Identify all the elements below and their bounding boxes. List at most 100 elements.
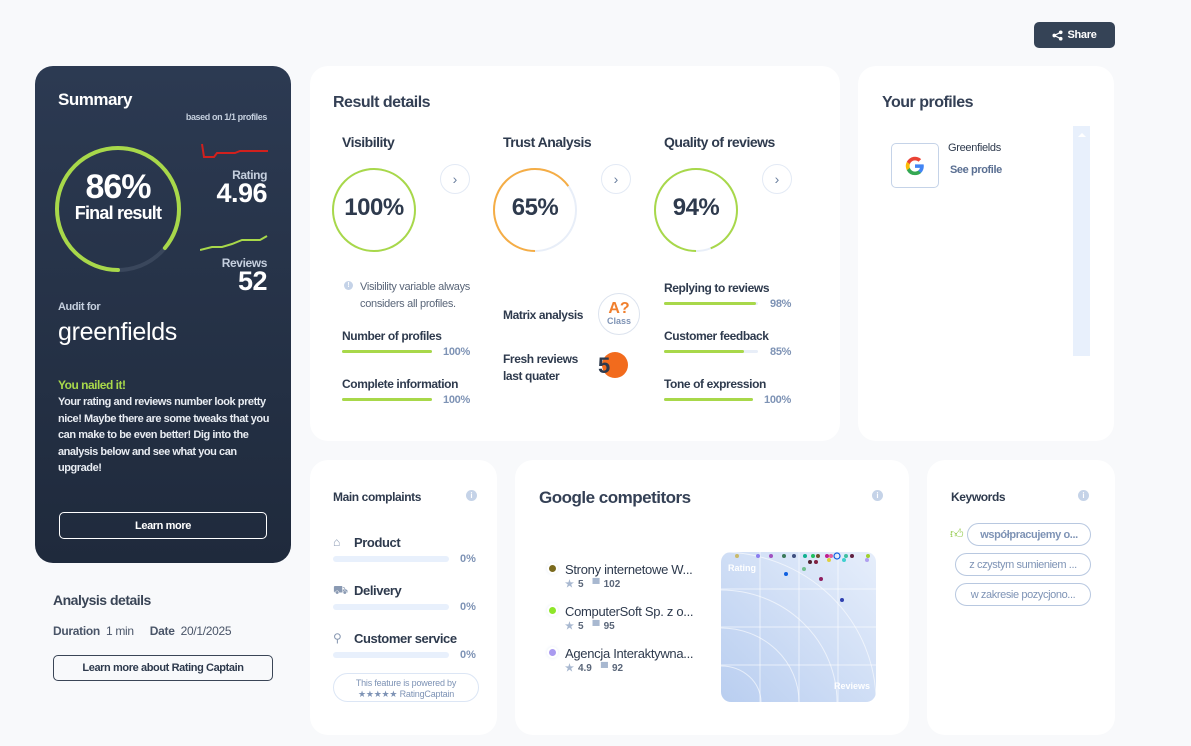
scatter-point[interactable]	[819, 577, 823, 581]
complaint-label: Product	[354, 535, 401, 550]
final-result-text: 86% Final result	[53, 170, 183, 222]
scatter-point[interactable]	[825, 554, 829, 558]
scatter-point[interactable]	[808, 560, 812, 564]
date-label: Date	[149, 624, 175, 638]
share-label: Share	[1067, 29, 1097, 41]
star-icon: ★	[565, 663, 574, 674]
scatter-point[interactable]	[802, 567, 806, 571]
bar-track	[342, 398, 432, 401]
scatter-point[interactable]	[840, 598, 844, 602]
info-icon: !	[344, 281, 353, 290]
bar-percent: 85%	[770, 346, 792, 358]
bar-label: Complete information	[342, 377, 459, 391]
complaint-percent: 0%	[460, 601, 476, 613]
scatter-point[interactable]	[842, 558, 846, 562]
visibility-note: Visibility variable always considers all…	[360, 281, 470, 310]
fresh-reviews-label: Fresh reviews	[503, 352, 578, 366]
bar-percent: 100%	[443, 394, 470, 406]
scatter-point-self[interactable]	[833, 552, 841, 560]
competitor-reviews: 102	[603, 579, 621, 590]
thumbs-up-icon: 👍︎	[950, 526, 964, 541]
keyword-chip[interactable]: z czystym sumieniem ...	[955, 553, 1091, 576]
audit-name: greenfields	[58, 318, 178, 346]
complaint-label: Customer service	[354, 631, 457, 646]
final-label: Final result	[74, 203, 162, 223]
scatter-y-label: Rating	[728, 563, 756, 573]
info-icon[interactable]: i	[466, 490, 477, 501]
bar-label: Number of profiles	[342, 329, 442, 343]
see-profile-link[interactable]: See profile	[950, 164, 1002, 176]
competitor-meta: ★ 4.9 ▀ 92	[565, 663, 623, 674]
profiles-scrollbar[interactable]	[1073, 126, 1090, 356]
competitor-rating: 5	[577, 579, 584, 590]
scatter-grid	[721, 552, 876, 702]
quality-details-button[interactable]: ›	[762, 164, 792, 194]
info-icon[interactable]: i	[872, 490, 883, 501]
scatter-point[interactable]	[814, 560, 818, 564]
scatter-point[interactable]	[784, 572, 788, 576]
fresh-reviews-value: 5	[598, 353, 611, 378]
scatter-point[interactable]	[769, 554, 773, 558]
scatter-point[interactable]	[803, 554, 807, 558]
scatter-point[interactable]	[792, 554, 796, 558]
comment-icon: ▀	[592, 579, 600, 590]
scatter-point[interactable]	[866, 554, 870, 558]
scatter-point[interactable]	[811, 554, 815, 558]
truck-icon: ⛟	[333, 583, 349, 597]
matrix-analysis-label: Matrix analysis	[503, 308, 584, 322]
competitor-meta: ★ 5 ▀ 102	[565, 579, 620, 590]
fresh-reviews-label-2: last quater	[503, 369, 560, 383]
scatter-point[interactable]	[850, 554, 854, 558]
scroll-up-icon[interactable]	[1077, 133, 1086, 137]
comment-icon: ▀	[592, 621, 600, 632]
competitor-rating: 5	[577, 621, 584, 632]
competitors-scatter-plot[interactable]: Rating Reviews	[721, 552, 876, 702]
scatter-point[interactable]	[827, 558, 831, 562]
result-headline: You nailed it!	[58, 378, 126, 392]
complaint-percent: 0%	[460, 649, 476, 661]
scatter-point[interactable]	[844, 554, 848, 558]
powered-by-text: This feature is powered by	[355, 678, 457, 688]
profiles-card: Your profiles Greenfields See profile	[858, 66, 1114, 441]
profile-logo[interactable]	[891, 143, 939, 188]
person-icon: ⚲	[333, 631, 342, 645]
summary-card: Summary based on 1/1 profiles 86% Final …	[35, 66, 291, 563]
competitor-color-dot	[549, 649, 556, 656]
google-icon	[905, 156, 924, 175]
analysis-details-row: Duration 1 min Date 20/1/2025	[53, 624, 232, 638]
scatter-point[interactable]	[816, 554, 820, 558]
visibility-details-button[interactable]: ›	[440, 164, 470, 194]
powered-by-brand: ★★★★★ RatingCaptain	[357, 689, 455, 699]
powered-by-badge[interactable]: This feature is powered by ★★★★★ RatingC…	[333, 673, 479, 702]
info-icon[interactable]: i	[1078, 490, 1089, 501]
chevron-right-icon: ›	[452, 171, 458, 187]
competitors-card: Google competitors i Strony internetowe …	[515, 460, 909, 735]
share-button[interactable]: Share	[1034, 22, 1115, 48]
keywords-card: Keywords i 👍︎ współpracujemy o... z czys…	[927, 460, 1115, 735]
duration-label: Duration	[53, 624, 100, 638]
scatter-point[interactable]	[756, 554, 760, 558]
chevron-right-icon: ›	[774, 171, 780, 187]
learn-more-rating-captain-button[interactable]: Learn more about Rating Captain	[53, 655, 273, 681]
scatter-point[interactable]	[829, 554, 833, 558]
scatter-point[interactable]	[735, 554, 739, 558]
profiles-title: Your profiles	[882, 94, 974, 111]
keyword-chip[interactable]: w zakresie pozycjono...	[955, 583, 1091, 606]
basket-icon: ⌂	[333, 535, 341, 549]
trust-details-button[interactable]: ›	[601, 164, 631, 194]
based-on-text: based on 1/1 profiles	[185, 112, 268, 122]
complaint-bar	[333, 556, 449, 562]
result-details-title: Result details	[333, 94, 431, 111]
share-icon	[1052, 29, 1063, 41]
competitor-color-dot	[549, 565, 556, 572]
scatter-point[interactable]	[782, 554, 786, 558]
competitor-name: Strony internetowe W...	[565, 562, 693, 577]
keyword-chip[interactable]: współpracujemy o...	[967, 523, 1091, 546]
matrix-class-badge: A? Class	[598, 293, 640, 335]
reviews-value: 52	[237, 266, 268, 296]
bar-track	[664, 398, 753, 401]
matrix-grade: A?	[608, 300, 630, 317]
bar-track	[664, 302, 758, 305]
learn-more-button[interactable]: Learn more	[59, 512, 267, 539]
scatter-point[interactable]	[865, 558, 869, 562]
